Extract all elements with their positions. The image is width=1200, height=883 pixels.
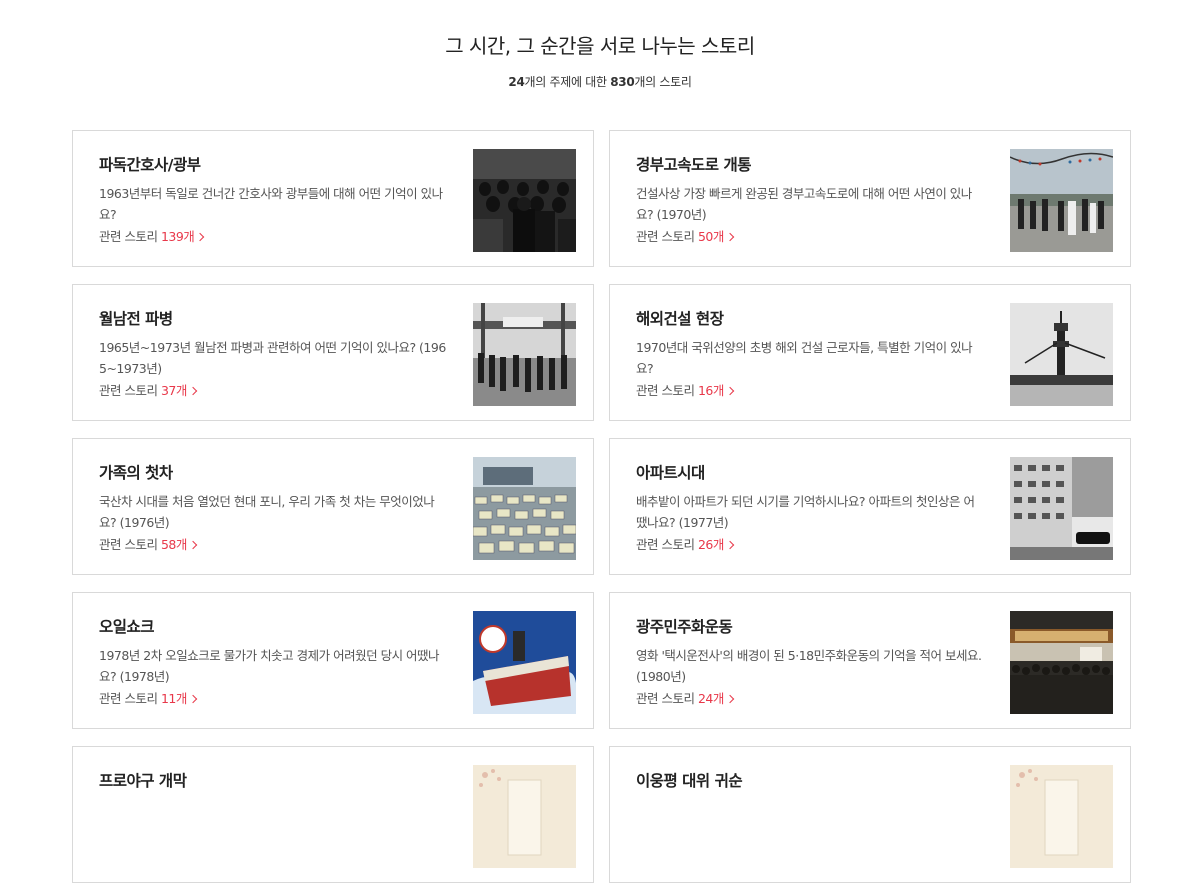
- related-stories-link[interactable]: 관련 스토리 37개: [99, 380, 447, 399]
- chevron-right-icon: [188, 540, 198, 550]
- topic-card[interactable]: 경부고속도로 개통 건설사상 가장 빠르게 완공된 경부고속도로에 대해 어떤 …: [609, 130, 1131, 267]
- topic-title[interactable]: 가족의 첫차: [99, 461, 447, 483]
- chevron-right-icon: [725, 694, 735, 704]
- topic-title[interactable]: 경부고속도로 개통: [636, 153, 984, 175]
- topic-title[interactable]: 프로야구 개막: [99, 769, 447, 791]
- related-count: 16개: [697, 383, 724, 398]
- topic-description: 건설사상 가장 빠르게 완공된 경부고속도로에 대해 어떤 사연이 있나요? (…: [636, 186, 972, 222]
- page-header: 그 시간, 그 순간을 서로 나누는 스토리 24개의 주제에 대한 830개의…: [0, 0, 1200, 90]
- chevron-right-icon: [188, 386, 198, 396]
- related-count: 37개: [160, 383, 187, 398]
- topic-title[interactable]: 월남전 파병: [99, 307, 447, 329]
- related-stories-link[interactable]: 관련 스토리 16개: [636, 380, 984, 399]
- topic-title[interactable]: 오일쇼크: [99, 615, 447, 637]
- related-stories-link[interactable]: 관련 스토리 139개: [99, 226, 447, 245]
- topic-title[interactable]: 광주민주화운동: [636, 615, 984, 637]
- chevron-right-icon: [725, 386, 735, 396]
- topic-description: 1963년부터 독일로 건너간 간호사와 광부들에 대해 어떤 기억이 있나요?: [99, 186, 443, 222]
- topic-title[interactable]: 파독간호사/광부: [99, 153, 447, 175]
- topic-description: 국산차 시대를 처음 열었던 현대 포니, 우리 가족 첫 차는 무엇이었나요?…: [99, 494, 435, 530]
- topic-card[interactable]: 해외건설 현장 1970년대 국위선양의 초병 해외 건설 근로자들, 특별한 …: [609, 284, 1131, 421]
- related-count: 50개: [697, 229, 724, 244]
- page-title: 그 시간, 그 순간을 서로 나누는 스토리: [445, 34, 755, 58]
- related-count: 26개: [697, 537, 724, 552]
- topic-card[interactable]: 프로야구 개막: [72, 746, 594, 883]
- topic-card[interactable]: 파독간호사/광부 1963년부터 독일로 건너간 간호사와 광부들에 대해 어떤…: [72, 130, 594, 267]
- related-stories-link[interactable]: 관련 스토리 26개: [636, 534, 984, 553]
- related-stories-link[interactable]: 관련 스토리 11개: [99, 688, 447, 707]
- photo-miners-icon[interactable]: [473, 149, 576, 252]
- photo-soldiers-icon[interactable]: [473, 303, 576, 406]
- chevron-right-icon: [188, 694, 198, 704]
- related-stories-link[interactable]: 관련 스토리 50개: [636, 226, 984, 245]
- related-count: 11개: [160, 691, 187, 706]
- topic-description: 1965년~1973년 월남전 파병과 관련하여 어떤 기억이 있나요? (19…: [99, 340, 446, 376]
- page-subtitle: 24개의 주제에 대한 830개의 스토리: [508, 75, 692, 89]
- photo-crowd-icon[interactable]: [1010, 611, 1113, 714]
- topic-title[interactable]: 이웅평 대위 귀순: [636, 769, 984, 791]
- photo-cars-icon[interactable]: [473, 457, 576, 560]
- topic-title[interactable]: 아파트시대: [636, 461, 984, 483]
- topic-card[interactable]: 오일쇼크 1978년 2차 오일쇼크로 물가가 치솟고 경제가 어려웠던 당시 …: [72, 592, 594, 729]
- topic-description: 배추밭이 아파트가 되던 시기를 기억하시나요? 아파트의 첫인상은 어땠나요?…: [636, 494, 975, 530]
- related-stories-link[interactable]: 관련 스토리 24개: [636, 688, 984, 707]
- topic-grid: 파독간호사/광부 1963년부터 독일로 건너간 간호사와 광부들에 대해 어떤…: [72, 130, 1131, 883]
- topic-card[interactable]: 월남전 파병 1965년~1973년 월남전 파병과 관련하여 어떤 기억이 있…: [72, 284, 594, 421]
- topic-card[interactable]: 이웅평 대위 귀순: [609, 746, 1131, 883]
- paper-ticket-icon[interactable]: [1010, 765, 1113, 868]
- paper-ticket-icon[interactable]: [473, 765, 576, 868]
- photo-apartment-icon[interactable]: [1010, 457, 1113, 560]
- chevron-right-icon: [725, 232, 735, 242]
- photo-highway-icon[interactable]: [1010, 149, 1113, 252]
- photo-construction-icon[interactable]: [1010, 303, 1113, 406]
- story-count: 830: [610, 75, 635, 89]
- topic-count: 24: [508, 75, 525, 89]
- topic-card[interactable]: 아파트시대 배추밭이 아파트가 되던 시기를 기억하시나요? 아파트의 첫인상은…: [609, 438, 1131, 575]
- related-count: 58개: [160, 537, 187, 552]
- related-count: 24개: [697, 691, 724, 706]
- related-count: 139개: [160, 229, 195, 244]
- topic-description: 영화 '택시운전사'의 배경이 된 5·18민주화운동의 기억을 적어 보세요.…: [636, 648, 982, 684]
- topic-description: 1978년 2차 오일쇼크로 물가가 치솟고 경제가 어려웠던 당시 어땠나요?…: [99, 648, 440, 684]
- chevron-right-icon: [196, 232, 205, 242]
- topic-title[interactable]: 해외건설 현장: [636, 307, 984, 329]
- poster-oilshock-icon[interactable]: [473, 611, 576, 714]
- topic-card[interactable]: 가족의 첫차 국산차 시대를 처음 열었던 현대 포니, 우리 가족 첫 차는 …: [72, 438, 594, 575]
- chevron-right-icon: [725, 540, 735, 550]
- topic-card[interactable]: 광주민주화운동 영화 '택시운전사'의 배경이 된 5·18민주화운동의 기억을…: [609, 592, 1131, 729]
- related-stories-link[interactable]: 관련 스토리 58개: [99, 534, 447, 553]
- topic-description: 1970년대 국위선양의 초병 해외 건설 근로자들, 특별한 기억이 있나요?: [636, 340, 973, 376]
